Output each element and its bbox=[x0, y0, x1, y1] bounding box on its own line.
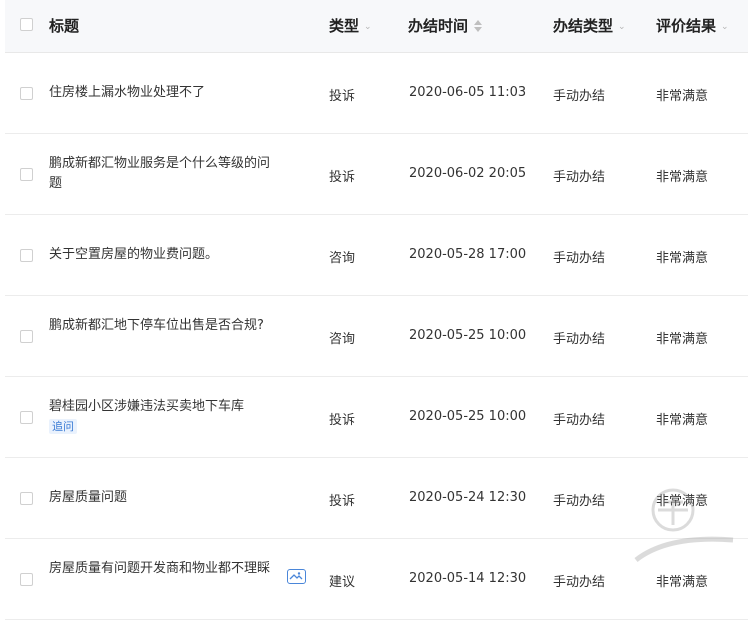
row-type: 咨询 bbox=[329, 251, 356, 266]
row-time: 2020-05-25 10:00 bbox=[409, 328, 527, 343]
row-result: 非常满意 bbox=[656, 332, 709, 347]
row-time: 2020-06-02 20:05 bbox=[409, 166, 527, 181]
row-mode: 手动办结 bbox=[553, 575, 606, 590]
column-header-mode[interactable]: 办结类型 ⌄ bbox=[553, 15, 626, 36]
row-result: 非常满意 bbox=[656, 89, 709, 104]
row-result: 非常满意 bbox=[656, 251, 709, 266]
row-time: 2020-05-28 17:00 bbox=[409, 247, 527, 262]
row-time: 2020-05-24 12:30 bbox=[409, 490, 527, 505]
row-mode: 手动办结 bbox=[553, 251, 606, 266]
table-row[interactable]: 关于空置房屋的物业费问题。 咨询 2020-05-28 17:00 手动办结 非… bbox=[5, 215, 748, 296]
row-time: 2020-05-25 10:00 bbox=[409, 409, 527, 424]
row-checkbox[interactable] bbox=[20, 249, 33, 262]
row-type: 咨询 bbox=[329, 332, 356, 347]
column-header-result[interactable]: 评价结果 ⌄ bbox=[656, 15, 729, 36]
column-header-type[interactable]: 类型 ⌄ bbox=[329, 15, 372, 36]
table-row[interactable]: 碧桂园小区涉嫌违法买卖地下车库 追问 投诉 2020-05-25 10:00 手… bbox=[5, 377, 748, 458]
row-title[interactable]: 房屋质量有问题开发商和物业都不理睬 bbox=[49, 559, 274, 579]
row-title[interactable]: 碧桂园小区涉嫌违法买卖地下车库 bbox=[49, 397, 274, 417]
row-title[interactable]: 鹏成新都汇物业服务是个什么等级的问题 bbox=[49, 154, 274, 194]
table-row[interactable]: 住房楼上漏水物业处理不了 投诉 2020-06-05 11:03 手动办结 非常… bbox=[5, 53, 748, 134]
row-result: 非常满意 bbox=[656, 575, 709, 590]
chevron-down-icon[interactable]: ⌄ bbox=[721, 22, 729, 32]
row-result: 非常满意 bbox=[656, 494, 709, 509]
table-header: 标题 类型 ⌄ 办结时间 办结类型 ⌄ 评价结果 ⌄ bbox=[5, 0, 748, 53]
row-mode: 手动办结 bbox=[553, 89, 606, 104]
row-checkbox[interactable] bbox=[20, 411, 33, 424]
table-row[interactable]: 鹏成新都汇地下停车位出售是否合规? 咨询 2020-05-25 10:00 手动… bbox=[5, 296, 748, 377]
row-checkbox[interactable] bbox=[20, 330, 33, 343]
table-row[interactable]: 房屋质量问题 投诉 2020-05-24 12:30 手动办结 非常满意 bbox=[5, 458, 748, 539]
column-header-time[interactable]: 办结时间 bbox=[408, 15, 483, 36]
row-title-block: 碧桂园小区涉嫌违法买卖地下车库 追问 bbox=[49, 397, 274, 437]
row-result: 非常满意 bbox=[656, 170, 709, 185]
row-type: 投诉 bbox=[329, 170, 356, 185]
chevron-down-icon[interactable]: ⌄ bbox=[618, 22, 626, 32]
row-title[interactable]: 住房楼上漏水物业处理不了 bbox=[49, 83, 274, 103]
row-checkbox[interactable] bbox=[20, 168, 33, 181]
complaint-table: 标题 类型 ⌄ 办结时间 办结类型 ⌄ 评价结果 ⌄ 住房楼上漏水物业处理不了 投诉 … bbox=[5, 0, 748, 620]
sort-icon[interactable] bbox=[474, 20, 483, 32]
row-time: 2020-06-05 11:03 bbox=[409, 85, 527, 100]
row-type: 投诉 bbox=[329, 413, 356, 428]
row-mode: 手动办结 bbox=[553, 413, 606, 428]
image-icon[interactable] bbox=[287, 569, 306, 584]
row-mode: 手动办结 bbox=[553, 170, 606, 185]
column-header-title: 标题 bbox=[49, 17, 80, 35]
row-mode: 手动办结 bbox=[553, 494, 606, 509]
row-title[interactable]: 鹏成新都汇地下停车位出售是否合规? bbox=[49, 316, 274, 336]
row-type: 投诉 bbox=[329, 494, 356, 509]
row-result: 非常满意 bbox=[656, 413, 709, 428]
table-row[interactable]: 鹏成新都汇物业服务是个什么等级的问题 投诉 2020-06-02 20:05 手… bbox=[5, 134, 748, 215]
row-mode: 手动办结 bbox=[553, 332, 606, 347]
row-checkbox[interactable] bbox=[20, 573, 33, 586]
table-row[interactable]: 房屋质量有问题开发商和物业都不理睬 建议 2020-05-14 12:30 手动… bbox=[5, 539, 748, 620]
row-title[interactable]: 房屋质量问题 bbox=[49, 488, 274, 508]
row-checkbox[interactable] bbox=[20, 492, 33, 505]
row-time: 2020-05-14 12:30 bbox=[409, 571, 527, 586]
chevron-down-icon[interactable]: ⌄ bbox=[364, 22, 372, 32]
row-checkbox[interactable] bbox=[20, 87, 33, 100]
follow-up-tag: 追问 bbox=[49, 419, 77, 434]
row-type: 建议 bbox=[329, 575, 356, 590]
row-title[interactable]: 关于空置房屋的物业费问题。 bbox=[49, 245, 274, 265]
row-type: 投诉 bbox=[329, 89, 356, 104]
select-all-checkbox[interactable] bbox=[20, 18, 33, 31]
